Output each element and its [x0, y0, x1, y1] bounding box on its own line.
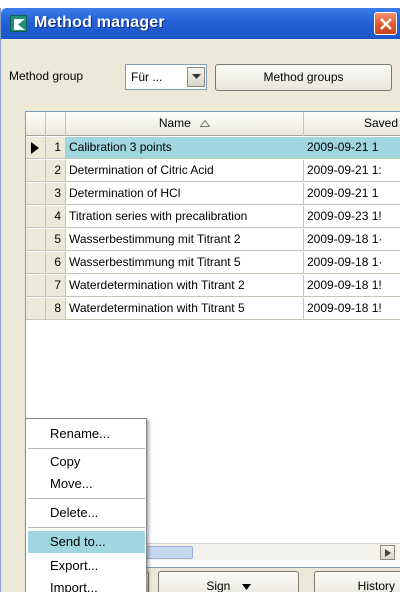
column-header-saved-label: Saved	[363, 116, 398, 130]
table-row[interactable]: 1 Calibration 3 points 2009-09-21 1	[26, 137, 400, 159]
table-row[interactable]: 8 Waterdetermination with Titrant 5 2009-0…	[26, 298, 400, 320]
row-indicator-cell	[26, 160, 46, 181]
row-indicator-cell	[26, 298, 46, 319]
table-row[interactable]: 5 Wasserbestimmung mit Titrant 2 2009-09-1…	[26, 229, 400, 251]
method-name-cell: Calibration 3 points	[66, 137, 304, 158]
scrollbar-thumb[interactable]	[145, 546, 193, 559]
sort-ascending-icon	[200, 120, 211, 128]
menu-item-delete[interactable]: Delete...	[28, 502, 145, 524]
column-header-saved[interactable]: Saved	[304, 112, 400, 136]
scroll-right-button[interactable]	[380, 545, 395, 560]
row-indicator-cell	[26, 183, 46, 204]
column-header-name-label: Name	[158, 116, 191, 130]
dropdown-arrow-icon	[241, 583, 251, 590]
table-row[interactable]: 4 Titration series with precalibration 200…	[26, 206, 400, 228]
table-row[interactable]: 7 Waterdetermination with Titrant 2 2009-0…	[26, 275, 400, 297]
method-name-cell: Determination of Citric Acid	[66, 160, 304, 181]
row-number: 7	[46, 275, 66, 296]
row-number: 5	[46, 229, 66, 250]
method-name-cell: Titration series with precalibration	[66, 206, 304, 227]
menu-item-import[interactable]: Import...	[28, 577, 145, 592]
method-name-cell: Wasserbestimmung mit Titrant 2	[66, 229, 304, 250]
row-indicator-cell	[26, 252, 46, 273]
row-number: 8	[46, 298, 66, 319]
row-indicator-cell	[26, 275, 46, 296]
menu-item-send-to[interactable]: Send to...	[28, 531, 145, 553]
header-number-cell	[46, 112, 66, 136]
sign-button-label: Sign	[206, 579, 231, 592]
method-group-value: Für ...	[131, 70, 163, 84]
menu-item-rename[interactable]: Rename...	[28, 423, 145, 445]
row-indicator-cell	[26, 137, 46, 158]
column-header-name[interactable]: Name	[66, 112, 304, 136]
row-number: 2	[46, 160, 66, 181]
row-number: 6	[46, 252, 66, 273]
method-name-cell: Determination of HCl	[66, 183, 304, 204]
method-manager-window: Method manager Method group Für ... Meth…	[0, 8, 400, 592]
saved-date-cell: 2009-09-18 1!	[307, 278, 382, 292]
table-row[interactable]: 2 Determination of Citric Acid 2009-09-21 …	[26, 160, 400, 182]
row-number: 1	[46, 137, 66, 158]
method-group-select[interactable]: Für ...	[125, 64, 207, 90]
menu-separator	[28, 448, 145, 449]
row-indicator-cell	[26, 229, 46, 250]
menu-separator	[28, 527, 145, 528]
saved-date-cell: 2009-09-21 1:	[307, 163, 382, 177]
table-header: Name Saved	[26, 112, 400, 136]
title-bar[interactable]: Method manager	[1, 8, 400, 39]
method-group-label: Method group	[9, 69, 84, 83]
app-logo-icon	[10, 15, 27, 32]
method-groups-button[interactable]: Method groups	[215, 64, 392, 91]
context-menu: Rename... Copy Move... Delete... Send to…	[25, 418, 147, 592]
close-button[interactable]	[374, 12, 397, 35]
saved-date-cell: 2009-09-23 1!	[307, 209, 382, 223]
saved-date-cell: 2009-09-18 1·	[307, 232, 383, 246]
row-indicator-cell	[26, 206, 46, 227]
close-icon	[380, 18, 392, 30]
toolbar: Method group Für ... Method groups	[1, 39, 400, 97]
method-name-cell: Wasserbestimmung mit Titrant 5	[66, 252, 304, 273]
menu-item-move[interactable]: Move...	[28, 473, 145, 495]
row-number: 4	[46, 206, 66, 227]
current-row-arrow-icon	[31, 142, 39, 154]
sign-button[interactable]: Sign	[158, 571, 299, 592]
method-name-cell: Waterdetermination with Titrant 2	[66, 275, 304, 296]
method-name-cell: Waterdetermination with Titrant 5	[66, 298, 304, 319]
chevron-down-icon	[192, 74, 201, 79]
table-row[interactable]: 3 Determination of HCl 2009-09-21 1	[26, 183, 400, 205]
saved-date-cell: 2009-09-21 1	[304, 137, 400, 158]
saved-date-cell: 2009-09-21 1	[307, 186, 379, 200]
row-number: 3	[46, 183, 66, 204]
arrow-right-icon	[385, 549, 391, 557]
method-group-dropdown-button[interactable]	[187, 67, 205, 87]
table-row[interactable]: 6 Wasserbestimmung mit Titrant 5 2009-09-1…	[26, 252, 400, 274]
window-title: Method manager	[34, 14, 165, 31]
saved-date-cell: 2009-09-18 1!	[307, 301, 382, 315]
menu-separator	[28, 498, 145, 499]
menu-item-export[interactable]: Export...	[28, 555, 145, 577]
menu-item-copy[interactable]: Copy	[28, 451, 145, 473]
history-button[interactable]: History	[314, 571, 400, 592]
header-indicator-cell	[26, 112, 46, 136]
saved-date-cell: 2009-09-18 1·	[307, 255, 383, 269]
